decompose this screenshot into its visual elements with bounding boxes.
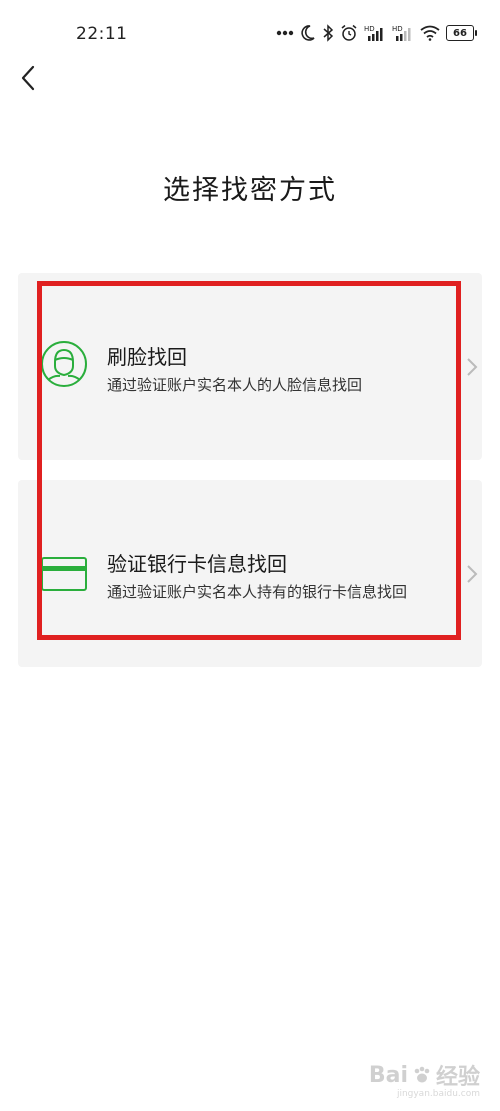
watermark-logo: Bai 经验 [369, 1059, 480, 1091]
watermark-url: jingyan.baidu.com [396, 1089, 480, 1099]
alarm-icon [340, 22, 358, 44]
battery-icon: 66 [446, 25, 477, 41]
hd-signal-icon: HD [364, 22, 386, 44]
chevron-left-icon [21, 65, 35, 91]
bluetooth-icon [322, 22, 334, 44]
watermark-logo-suffix: 经验 [435, 1065, 480, 1090]
svg-text:HD: HD [392, 25, 403, 33]
option-title: 验证银行卡信息找回 [107, 552, 287, 576]
back-button[interactable] [12, 60, 44, 96]
face-icon [40, 340, 88, 388]
option-description: 通过验证账户实名本人的人脸信息找回 [107, 376, 363, 394]
chevron-right-icon [467, 358, 478, 376]
page-title: 选择找密方式 [163, 175, 337, 206]
watermark-logo-text: Bai [368, 1062, 408, 1088]
status-bar: 22:11 HD HD 66 [0, 0, 500, 70]
watermark: Bai 经验 jingyan.baidu.com [369, 1059, 480, 1100]
svg-text:HD: HD [364, 25, 375, 33]
option-description: 通过验证账户实名本人持有的银行卡信息找回 [107, 583, 408, 601]
more-dots-icon [276, 22, 294, 44]
page: 22:11 HD HD 66 选择找密方式 刷脸找回 通过验证账户实名本人的人脸… [0, 0, 500, 1111]
moon-icon [300, 22, 316, 44]
chevron-right-icon [467, 565, 478, 583]
paw-icon [414, 1066, 430, 1083]
status-icons: HD HD 66 [276, 22, 477, 44]
wifi-icon [420, 22, 440, 44]
bank-card-icon [40, 550, 88, 598]
hd-signal-icon: HD [392, 22, 414, 44]
status-time: 22:11 [76, 24, 128, 44]
option-bank-card-recovery[interactable]: 验证银行卡信息找回 通过验证账户实名本人持有的银行卡信息找回 [18, 480, 482, 667]
option-title: 刷脸找回 [107, 345, 187, 369]
option-face-recovery[interactable]: 刷脸找回 通过验证账户实名本人的人脸信息找回 [18, 273, 482, 460]
